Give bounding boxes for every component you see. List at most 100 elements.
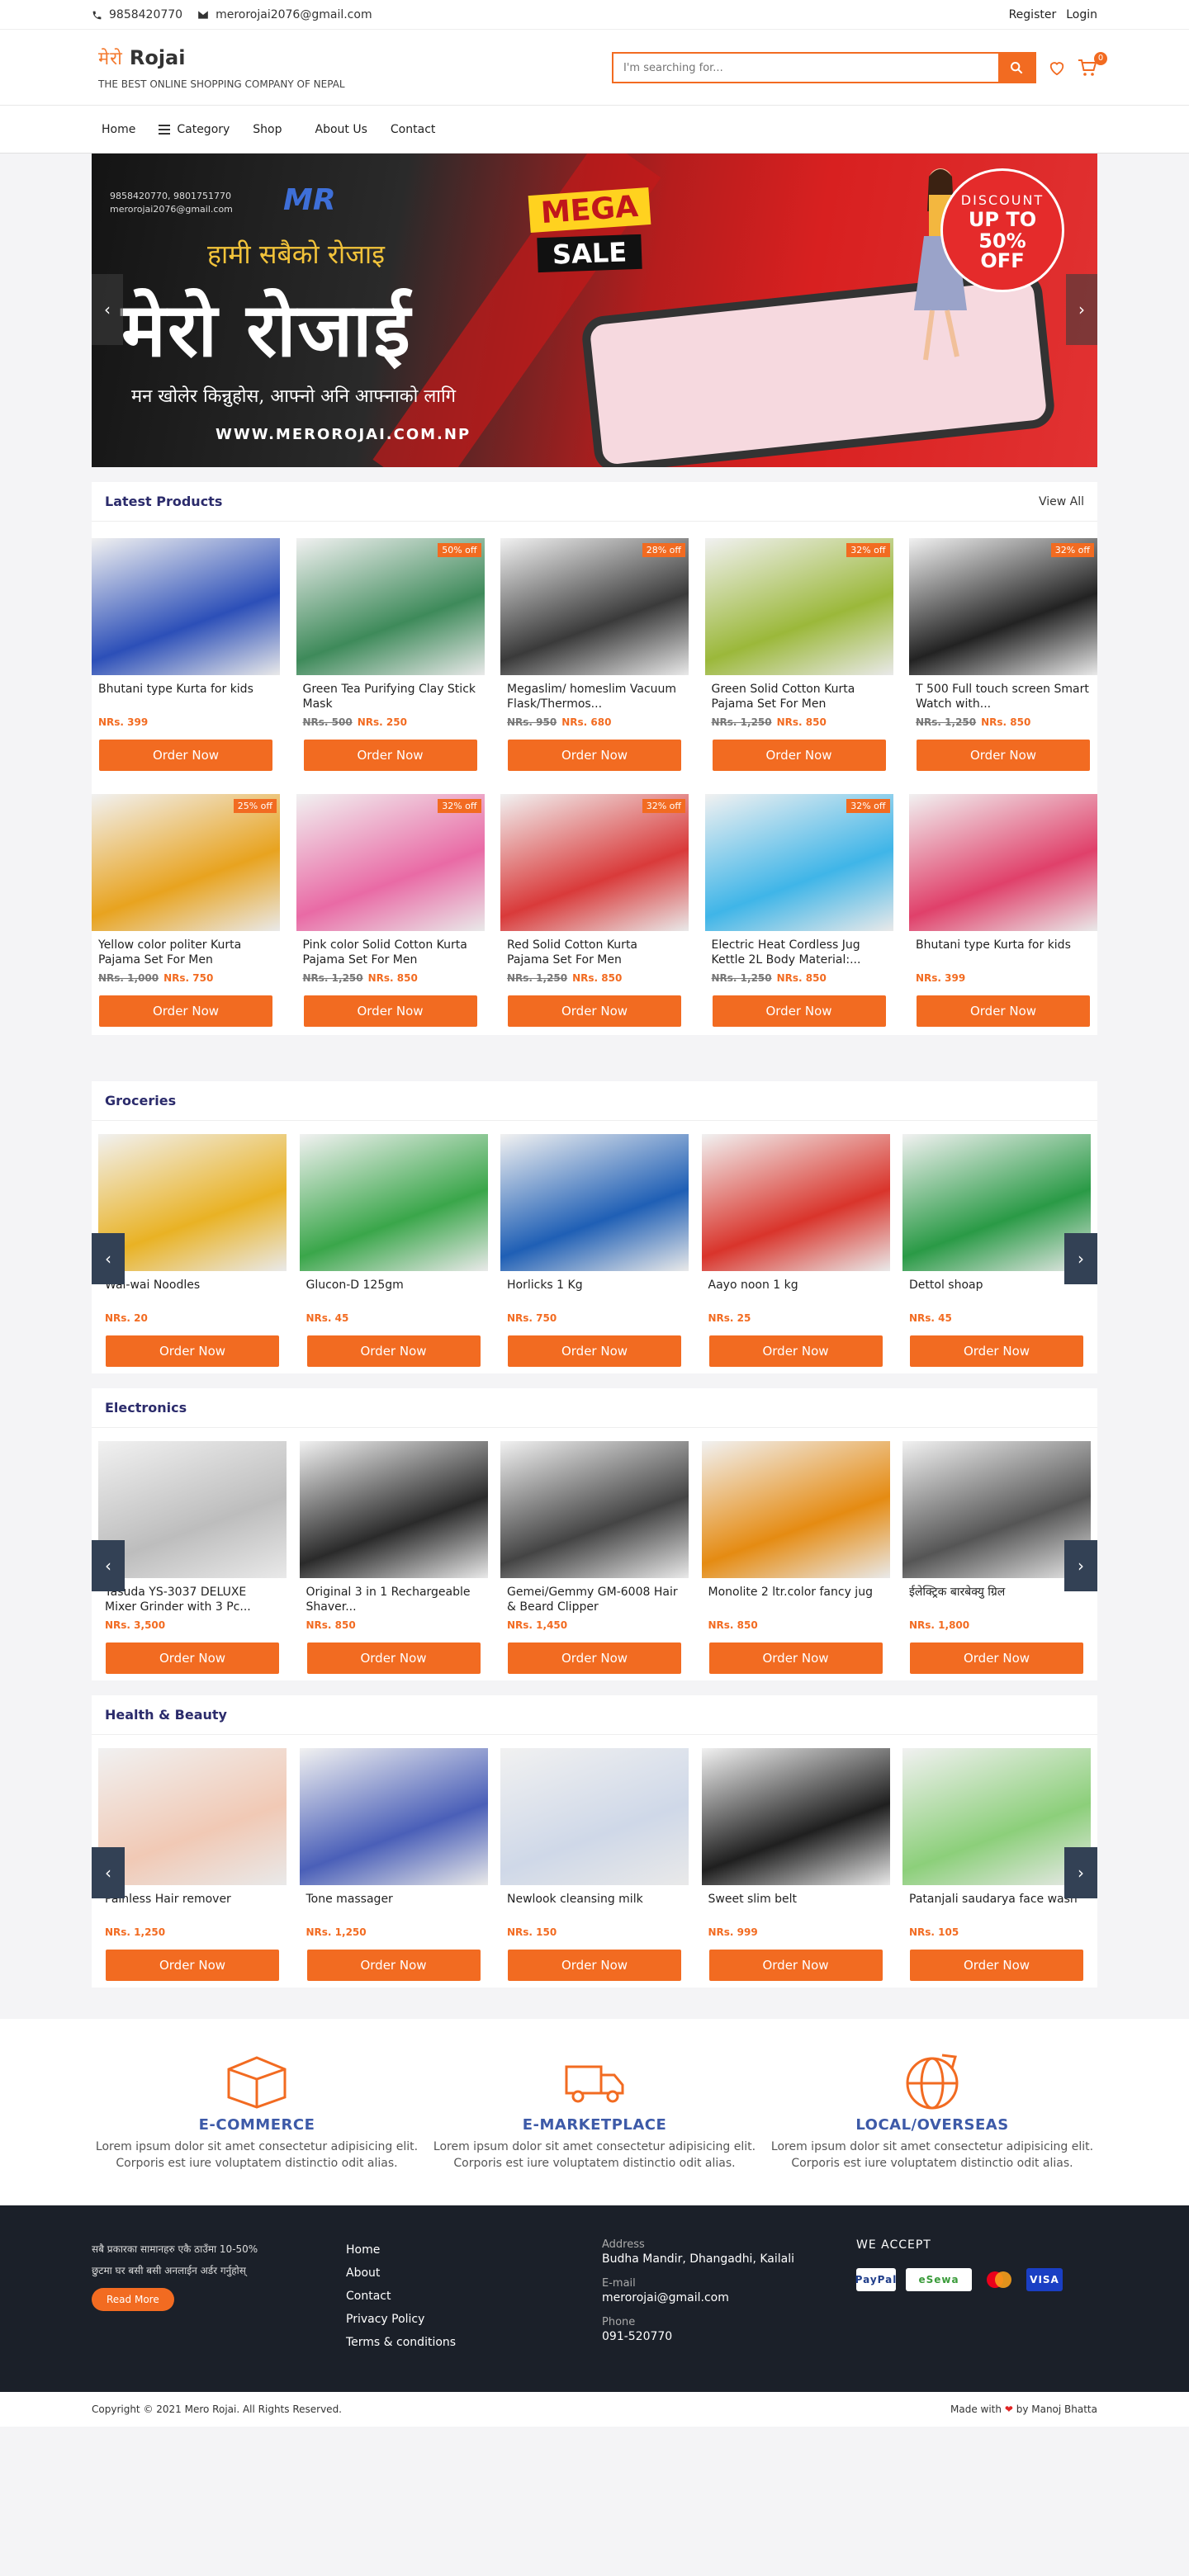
product-name[interactable]: Green Tea Purifying Clay Stick Mask (296, 675, 485, 713)
order-now-button[interactable]: Order Now (712, 995, 886, 1027)
product-name[interactable]: Tone massager (300, 1885, 488, 1923)
product-name[interactable]: ईलेक्ट्रिक बारबेक्यु ग्रिल (902, 1578, 1091, 1616)
product-card[interactable]: 32% off Green Solid Cotton Kurta Pajama S… (704, 538, 893, 771)
product-card[interactable]: 32% off T 500 Full touch screen Smart Wat… (909, 538, 1097, 771)
product-name[interactable]: Horlicks 1 Kg (500, 1271, 689, 1309)
order-now-button[interactable]: Order Now (508, 1335, 681, 1367)
product-name[interactable]: Megaslim/ homeslim Vacuum Flask/Thermos.… (500, 675, 689, 713)
product-name[interactable]: Pink color Solid Cotton Kurta Pajama Set… (296, 931, 485, 969)
product-name[interactable]: Painless Hair remover (98, 1885, 287, 1923)
product-name[interactable]: Dettol shoap (902, 1271, 1091, 1309)
product-card[interactable]: Yasuda YS-3037 DELUXE Mixer Grinder with… (98, 1441, 287, 1674)
hero-banner[interactable]: 9858420770, 9801751770 merorojai2076@gma… (92, 154, 1097, 467)
order-now-button[interactable]: Order Now (303, 740, 477, 771)
read-more-button[interactable]: Read More (92, 2288, 174, 2311)
view-all-link[interactable]: View All (1039, 495, 1084, 508)
banner-next-button[interactable]: › (1066, 274, 1097, 345)
product-card[interactable]: Painless Hair remover NRs. 1,250 Order Now (98, 1748, 287, 1981)
product-image[interactable] (299, 1748, 488, 1885)
order-now-button[interactable]: Order Now (306, 1642, 481, 1674)
product-card[interactable]: Newlook cleansing milk NRs. 150 Order Now (500, 1748, 689, 1981)
product-card[interactable]: Monolite 2 ltr.color fancy jug NRs. 850 Or… (701, 1441, 890, 1674)
product-image[interactable] (701, 1441, 890, 1578)
product-name[interactable]: Yellow color politer Kurta Pajama Set Fo… (92, 931, 280, 969)
order-now-button[interactable]: Order Now (508, 1950, 681, 1981)
product-image[interactable] (701, 1134, 890, 1271)
search-input[interactable] (613, 54, 998, 82)
product-image[interactable] (701, 1748, 890, 1885)
product-name[interactable]: Yasuda YS-3037 DELUXE Mixer Grinder with… (98, 1578, 287, 1616)
product-card[interactable]: ईलेक्ट्रिक बारबेक्यु ग्रिल NRs. 1,800 Orde… (902, 1441, 1091, 1674)
product-image[interactable] (902, 1134, 1091, 1271)
product-image[interactable]: 50% off (296, 538, 485, 675)
product-name[interactable]: Green Solid Cotton Kurta Pajama Set For … (705, 675, 893, 713)
order-now-button[interactable]: Order Now (508, 1642, 681, 1674)
product-image[interactable] (500, 1748, 689, 1885)
product-name[interactable]: Gemei/Gemmy GM-6008 Hair & Beard Clipper (500, 1578, 689, 1616)
product-card[interactable]: Glucon-D 125gm NRs. 45 Order Now (299, 1134, 488, 1367)
electronics-next-button[interactable]: › (1064, 1540, 1097, 1591)
product-image[interactable] (902, 1748, 1091, 1885)
product-image[interactable]: 32% off (296, 794, 485, 931)
footer-link-home[interactable]: Home (346, 2238, 602, 2262)
order-now-button[interactable]: Order Now (106, 1335, 279, 1367)
order-now-button[interactable]: Order Now (917, 995, 1090, 1027)
product-image[interactable]: 32% off (500, 794, 689, 931)
footer-link-terms[interactable]: Terms & conditions (346, 2331, 602, 2354)
product-image[interactable]: 32% off (909, 538, 1097, 675)
product-card[interactable]: 32% off Electric Heat Cordless Jug Kettle… (704, 794, 893, 1027)
order-now-button[interactable]: Order Now (99, 740, 272, 771)
order-now-button[interactable]: Order Now (106, 1950, 279, 1981)
product-image[interactable]: 25% off (92, 794, 280, 931)
product-card[interactable]: 32% off Red Solid Cotton Kurta Pajama Set… (500, 794, 689, 1027)
nav-about[interactable]: About Us (315, 123, 367, 136)
groceries-next-button[interactable]: › (1064, 1233, 1097, 1284)
order-now-button[interactable]: Order Now (99, 995, 272, 1027)
nav-home[interactable]: Home (102, 123, 135, 136)
product-card[interactable]: 25% off Yellow color politer Kurta Pajama… (92, 794, 280, 1027)
product-name[interactable]: Patanjali saudarya face wash (902, 1885, 1091, 1923)
order-now-button[interactable]: Order Now (712, 740, 886, 771)
product-name[interactable]: Glucon-D 125gm (300, 1271, 488, 1309)
health-next-button[interactable]: › (1064, 1847, 1097, 1898)
product-name[interactable]: Original 3 in 1 Rechargeable Shaver... (300, 1578, 488, 1616)
product-card[interactable]: Horlicks 1 Kg NRs. 750 Order Now (500, 1134, 689, 1367)
product-image[interactable] (299, 1134, 488, 1271)
product-name[interactable]: Bhutani type Kurta for kids (909, 931, 1097, 969)
order-now-button[interactable]: Order Now (708, 1335, 883, 1367)
banner-prev-button[interactable]: ‹ (92, 274, 123, 345)
product-card[interactable]: Original 3 in 1 Rechargeable Shaver... NR… (299, 1441, 488, 1674)
product-name[interactable]: Sweet slim belt (702, 1885, 890, 1923)
order-now-button[interactable]: Order Now (910, 1335, 1083, 1367)
product-image[interactable] (500, 1134, 689, 1271)
product-card[interactable]: Tone massager NRs. 1,250 Order Now (299, 1748, 488, 1981)
order-now-button[interactable]: Order Now (917, 740, 1090, 771)
footer-link-privacy[interactable]: Privacy Policy (346, 2308, 602, 2331)
product-name[interactable]: Newlook cleansing milk (500, 1885, 689, 1923)
product-image[interactable] (902, 1441, 1091, 1578)
product-image[interactable] (92, 538, 280, 675)
order-now-button[interactable]: Order Now (508, 995, 681, 1027)
product-card[interactable]: Dettol shoap NRs. 45 Order Now (902, 1134, 1091, 1367)
product-image[interactable]: 28% off (500, 538, 689, 675)
product-image[interactable]: 32% off (704, 794, 893, 931)
product-name[interactable]: Wai-wai Noodles (98, 1271, 287, 1309)
product-name[interactable]: Monolite 2 ltr.color fancy jug (702, 1578, 890, 1616)
product-image[interactable] (500, 1441, 689, 1578)
product-card[interactable]: Bhutani type Kurta for kids NRs. 399 Order… (909, 794, 1097, 1027)
wishlist-button[interactable] (1048, 59, 1066, 76)
order-now-button[interactable]: Order Now (306, 1950, 481, 1981)
footer-link-contact[interactable]: Contact (346, 2285, 602, 2308)
product-name[interactable]: T 500 Full touch screen Smart Watch with… (909, 675, 1097, 713)
product-image[interactable] (299, 1441, 488, 1578)
cart-button[interactable]: 0 (1078, 52, 1107, 77)
nav-contact[interactable]: Contact (391, 123, 435, 136)
product-name[interactable]: Red Solid Cotton Kurta Pajama Set For Me… (500, 931, 689, 969)
product-card[interactable]: 28% off Megaslim/ homeslim Vacuum Flask/T… (500, 538, 689, 771)
health-prev-button[interactable]: ‹ (92, 1847, 125, 1898)
product-card[interactable]: 32% off Pink color Solid Cotton Kurta Paj… (296, 794, 485, 1027)
product-card[interactable]: 50% off Green Tea Purifying Clay Stick Ma… (296, 538, 485, 771)
product-image[interactable] (98, 1134, 287, 1271)
order-now-button[interactable]: Order Now (306, 1335, 481, 1367)
product-name[interactable]: Bhutani type Kurta for kids (92, 675, 280, 713)
